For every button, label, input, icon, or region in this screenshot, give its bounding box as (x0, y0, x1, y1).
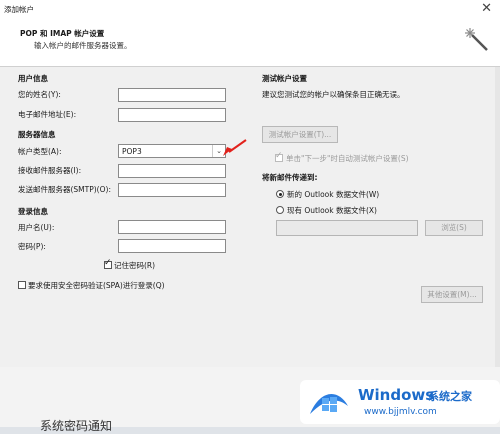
existing-data-file-label: 现有 Outlook 数据文件(X) (287, 206, 377, 215)
username-label: 用户名(U): (18, 223, 55, 232)
outgoing-server-field[interactable] (118, 183, 226, 197)
test-settings-heading: 测试帐户设置 (262, 74, 307, 83)
new-data-file-radio[interactable] (276, 190, 284, 198)
incoming-server-field[interactable] (118, 164, 226, 178)
watermark-brand: Windows (358, 386, 435, 404)
test-description: 建议您测试您的帐户以确保条目正确无误。 (262, 90, 405, 99)
email-field[interactable] (118, 108, 226, 122)
user-info-heading: 用户信息 (18, 74, 48, 83)
watermark-cn: 系统之家 (428, 390, 472, 403)
account-type-label: 帐户类型(A): (18, 147, 62, 156)
name-field[interactable] (118, 88, 226, 102)
auto-test-label: 单击"下一步"时自动测试帐户设置(S) (286, 154, 409, 163)
test-account-button[interactable]: 测试帐户设置(T)... (262, 126, 338, 143)
red-arrow-annotation-icon (223, 139, 247, 156)
account-type-select[interactable]: POP3 ⌄ (118, 144, 226, 158)
email-label: 电子邮件地址(E): (18, 110, 77, 119)
login-info-heading: 登录信息 (18, 207, 48, 216)
settings-body: 用户信息 您的姓名(Y): 电子邮件地址(E): 服务器信息 帐户类型(A): … (0, 67, 500, 367)
account-type-value: POP3 (122, 147, 142, 156)
window-title: 添加帐户 (4, 5, 34, 14)
header-subtitle: 输入帐户的邮件服务器设置。 (34, 41, 132, 50)
username-field[interactable] (118, 220, 226, 234)
incoming-server-label: 接收邮件服务器(I): (18, 166, 82, 175)
close-icon[interactable]: ✕ (481, 1, 492, 16)
add-account-dialog: 添加帐户 ✕ POP 和 IMAP 帐户设置 输入帐户的邮件服务器设置。 用户信… (0, 0, 500, 433)
watermark-url: www.bjjmlv.com (364, 407, 437, 417)
remember-password-label: 记住密码(R) (114, 261, 156, 270)
outgoing-server-label: 发送邮件服务器(SMTP)(O): (18, 185, 111, 194)
server-info-heading: 服务器信息 (18, 130, 56, 139)
password-label: 密码(P): (18, 242, 46, 251)
existing-data-file-path[interactable] (276, 220, 418, 236)
windows-logo-icon (310, 394, 348, 414)
header-title: POP 和 IMAP 帐户设置 (20, 29, 105, 38)
wizard-wand-icon (465, 28, 488, 51)
new-data-file-label: 新的 Outlook 数据文件(W) (287, 190, 380, 199)
spa-label: 要求使用安全密码验证(SPA)进行登录(Q) (28, 281, 165, 290)
window-edge (495, 67, 500, 367)
title-bar: 添加帐户 ✕ (0, 0, 500, 19)
background-partial-text: 系统密码通知 (40, 419, 113, 433)
remember-password-checkbox[interactable] (104, 258, 112, 269)
password-field[interactable] (118, 239, 226, 253)
more-settings-button[interactable]: 其他设置(M)... (421, 286, 483, 303)
deliver-to-heading: 将新邮件传递到: (262, 173, 318, 182)
existing-data-file-radio[interactable] (276, 206, 284, 214)
watermark: Windows 系统之家 www.bjjmlv.com (300, 380, 500, 424)
browse-button[interactable]: 浏览(S) (425, 220, 483, 236)
dialog-header: POP 和 IMAP 帐户设置 输入帐户的邮件服务器设置。 (0, 18, 500, 67)
name-label: 您的姓名(Y): (18, 90, 61, 99)
auto-test-checkbox[interactable] (275, 151, 283, 162)
spa-checkbox[interactable] (18, 281, 26, 289)
